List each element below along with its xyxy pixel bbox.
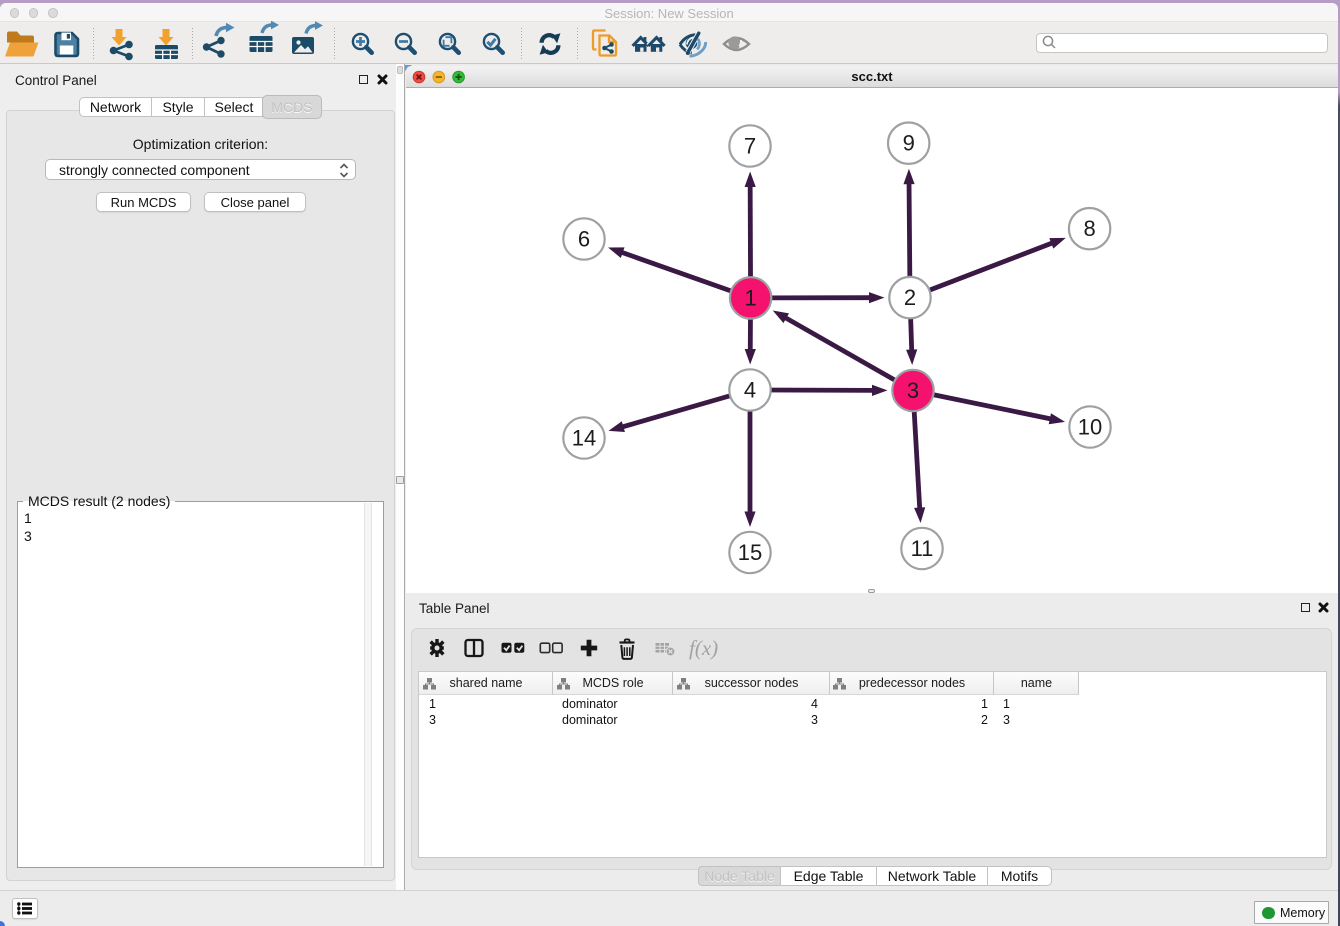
svg-text:3: 3: [907, 378, 919, 403]
svg-text:1: 1: [744, 285, 756, 310]
svg-text:7: 7: [744, 134, 756, 159]
svg-text:15: 15: [738, 540, 762, 565]
svg-text:14: 14: [572, 426, 596, 451]
svg-text:9: 9: [903, 131, 915, 156]
svg-text:10: 10: [1078, 415, 1102, 440]
svg-text:11: 11: [911, 536, 934, 561]
svg-text:6: 6: [578, 227, 590, 252]
svg-text:f(x): f(x): [689, 636, 718, 660]
svg-text:4: 4: [744, 378, 756, 403]
svg-text:8: 8: [1083, 216, 1095, 241]
svg-text:2: 2: [904, 285, 916, 310]
